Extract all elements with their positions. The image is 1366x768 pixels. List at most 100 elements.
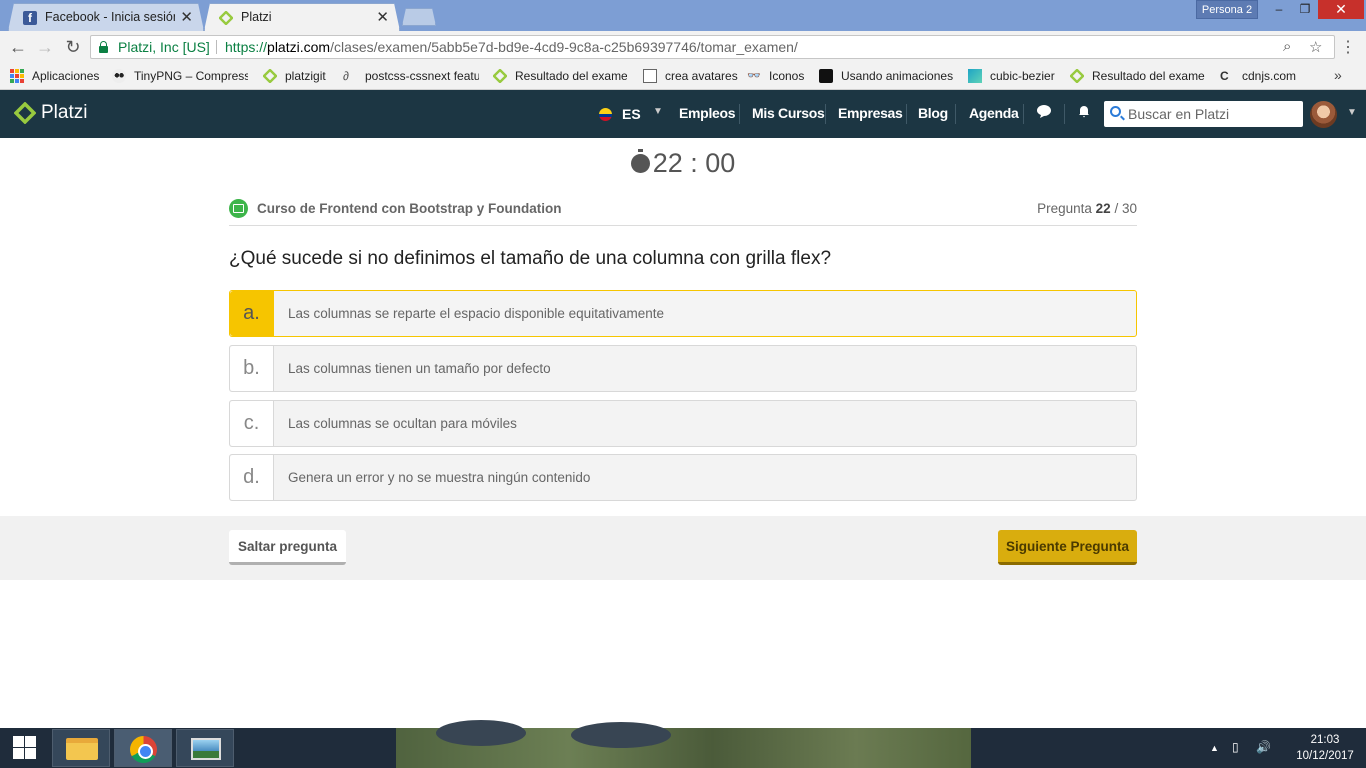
address-bar[interactable]: Platzi, Inc [US] https://platzi.com/clas… (90, 35, 1335, 59)
answer-option-c[interactable]: c. Las columnas se ocultan para móviles (229, 400, 1137, 447)
battery-icon[interactable]: ▯ (1232, 740, 1239, 754)
option-letter: d. (230, 455, 274, 500)
taskbar-file-explorer[interactable] (52, 729, 110, 767)
stopwatch-icon (630, 149, 650, 173)
facebook-favicon-icon: f (23, 11, 37, 25)
nav-empleos[interactable]: Empleos (679, 105, 736, 121)
avatar[interactable] (1310, 101, 1337, 128)
windows-taskbar: ▲ ▯ 🔊 21:03 10/12/2017 (0, 720, 1366, 768)
platzi-favicon-icon (219, 11, 233, 25)
question-counter: Pregunta 22 / 30 (1037, 201, 1137, 216)
bookmark-crea-avatares[interactable]: crea avatares (643, 69, 738, 83)
nav-divider (1023, 104, 1024, 124)
back-arrow-icon[interactable]: ← (7, 36, 29, 58)
bookmark-postcss[interactable]: ∂ postcss-cssnext featu (343, 69, 479, 83)
platzi-logo-icon (14, 102, 36, 124)
nav-divider (955, 104, 956, 124)
answer-option-a[interactable]: a. Las columnas se reparte el espacio di… (229, 290, 1137, 337)
nav-empresas[interactable]: Empresas (838, 105, 903, 121)
brand-name: Platzi (41, 102, 88, 123)
question-total: / 30 (1114, 201, 1137, 216)
platzi-icon (1070, 69, 1085, 83)
option-letter: c. (230, 401, 274, 446)
bookmark-resultado-1[interactable]: Resultado del exame (493, 69, 627, 83)
bookmark-label: Resultado del exame (515, 69, 627, 83)
option-text: Las columnas se reparte el espacio dispo… (288, 306, 664, 321)
option-text: Las columnas tienen un tamaño por defect… (288, 361, 551, 376)
nav-divider (739, 104, 740, 124)
exam-action-bar: Saltar pregunta Siguiente Pregunta (0, 516, 1366, 580)
tab-close-icon[interactable]: ✕ (180, 8, 193, 26)
curve-icon (968, 69, 982, 83)
nav-divider (1064, 104, 1065, 124)
exam-timer: 22 : 00 (0, 148, 1366, 179)
windows-start-icon[interactable] (0, 728, 50, 768)
language-selector[interactable]: ES (599, 106, 641, 122)
answer-option-d[interactable]: d. Genera un error y no se muestra ningú… (229, 454, 1137, 501)
bookmark-label: crea avatares (665, 69, 738, 83)
tab-platzi[interactable]: Platzi ✕ (204, 3, 400, 31)
volume-icon[interactable]: 🔊 (1256, 740, 1271, 754)
platzi-navbar: Platzi ES ▼ Empleos Mis Cursos Empresas … (0, 90, 1366, 138)
taskbar-chrome[interactable] (114, 729, 172, 767)
language-caret-icon[interactable]: ▼ (653, 106, 663, 117)
browser-menu-icon[interactable]: ⋮ (1340, 37, 1356, 57)
search-box[interactable] (1104, 101, 1303, 127)
bookmark-cdnjs[interactable]: C cdnjs.com (1220, 69, 1296, 83)
tab-close-icon[interactable]: ✕ (376, 8, 389, 26)
minimize-icon[interactable]: – (1266, 0, 1292, 19)
bookmark-cubic-bezier[interactable]: cubic-bezier (968, 69, 1055, 83)
window-close-icon[interactable]: ✕ (1318, 0, 1364, 19)
bookmark-label: Usando animaciones (841, 69, 954, 83)
bookmark-aplicaciones[interactable]: Aplicaciones (10, 69, 99, 83)
system-clock[interactable]: 21:03 10/12/2017 (1288, 732, 1362, 764)
tab-facebook[interactable]: f Facebook - Inicia sesión o ✕ (8, 3, 204, 31)
bookmark-label: platzigit (285, 69, 326, 83)
nav-blog[interactable]: Blog (918, 105, 948, 121)
search-input[interactable] (1128, 104, 1298, 124)
bookmark-resultado-2[interactable]: Resultado del exame (1070, 69, 1206, 83)
language-code: ES (622, 106, 641, 122)
profile-button[interactable]: Persona 2 (1196, 0, 1258, 19)
tray-overflow-icon[interactable]: ▲ (1210, 743, 1219, 753)
timer-value: 22 : 00 (652, 148, 736, 178)
tab-title: Facebook - Inicia sesión o (45, 10, 173, 24)
bookmarks-bar: Aplicaciones TinyPNG – Compress platzigi… (0, 63, 1366, 90)
forward-arrow-icon[interactable]: → (34, 36, 56, 58)
next-question-button[interactable]: Siguiente Pregunta (998, 530, 1137, 565)
nav-mis-cursos[interactable]: Mis Cursos (752, 105, 825, 121)
search-icon (1110, 106, 1121, 117)
answer-option-b[interactable]: b. Las columnas tienen un tamaño por def… (229, 345, 1137, 392)
zoom-icon[interactable]: ⌕ (1283, 38, 1291, 55)
bookmark-platzigit[interactable]: platzigit (263, 69, 326, 83)
bookmark-usando-animaciones[interactable]: Usando animaciones (819, 69, 953, 83)
notifications-bell-icon[interactable] (1077, 104, 1091, 122)
taskbar-photos[interactable] (176, 729, 234, 767)
course-header: Curso de Frontend con Bootstrap y Founda… (229, 196, 1137, 226)
bookmark-tinypng[interactable]: TinyPNG – Compress (112, 69, 248, 83)
panda-icon (112, 69, 126, 83)
bookmarks-overflow-icon[interactable]: » (1334, 67, 1342, 83)
bookmark-label: cubic-bezier (990, 69, 1055, 83)
option-letter: a. (230, 291, 274, 336)
taskbar-wallpaper-peek (396, 720, 971, 768)
bookmark-iconos[interactable]: 👓 Iconos (747, 69, 804, 83)
nav-agenda[interactable]: Agenda (969, 105, 1019, 121)
browser-titlebar: f Facebook - Inicia sesión o ✕ Platzi ✕ … (0, 0, 1366, 31)
reload-icon[interactable]: ↻ (62, 36, 84, 58)
maximize-icon[interactable]: ❐ (1292, 0, 1318, 19)
bookmark-label: Resultado del exame (1092, 69, 1205, 83)
platzi-logo[interactable]: Platzi (14, 102, 87, 124)
clock-time: 21:03 (1310, 734, 1340, 746)
user-menu-caret-icon[interactable]: ▼ (1347, 107, 1357, 118)
page-icon (643, 69, 657, 83)
course-title: Curso de Frontend con Bootstrap y Founda… (257, 201, 562, 216)
url-scheme: https:// (225, 39, 268, 55)
bookmark-label: postcss-cssnext featu (365, 69, 479, 83)
bookmark-star-icon[interactable]: ☆ (1309, 38, 1322, 56)
skip-question-button[interactable]: Saltar pregunta (229, 530, 346, 565)
new-tab-button[interactable] (402, 8, 436, 26)
chat-bubble-icon[interactable] (1036, 104, 1052, 123)
postcss-icon: ∂ (343, 69, 349, 83)
option-letter: b. (230, 346, 274, 391)
